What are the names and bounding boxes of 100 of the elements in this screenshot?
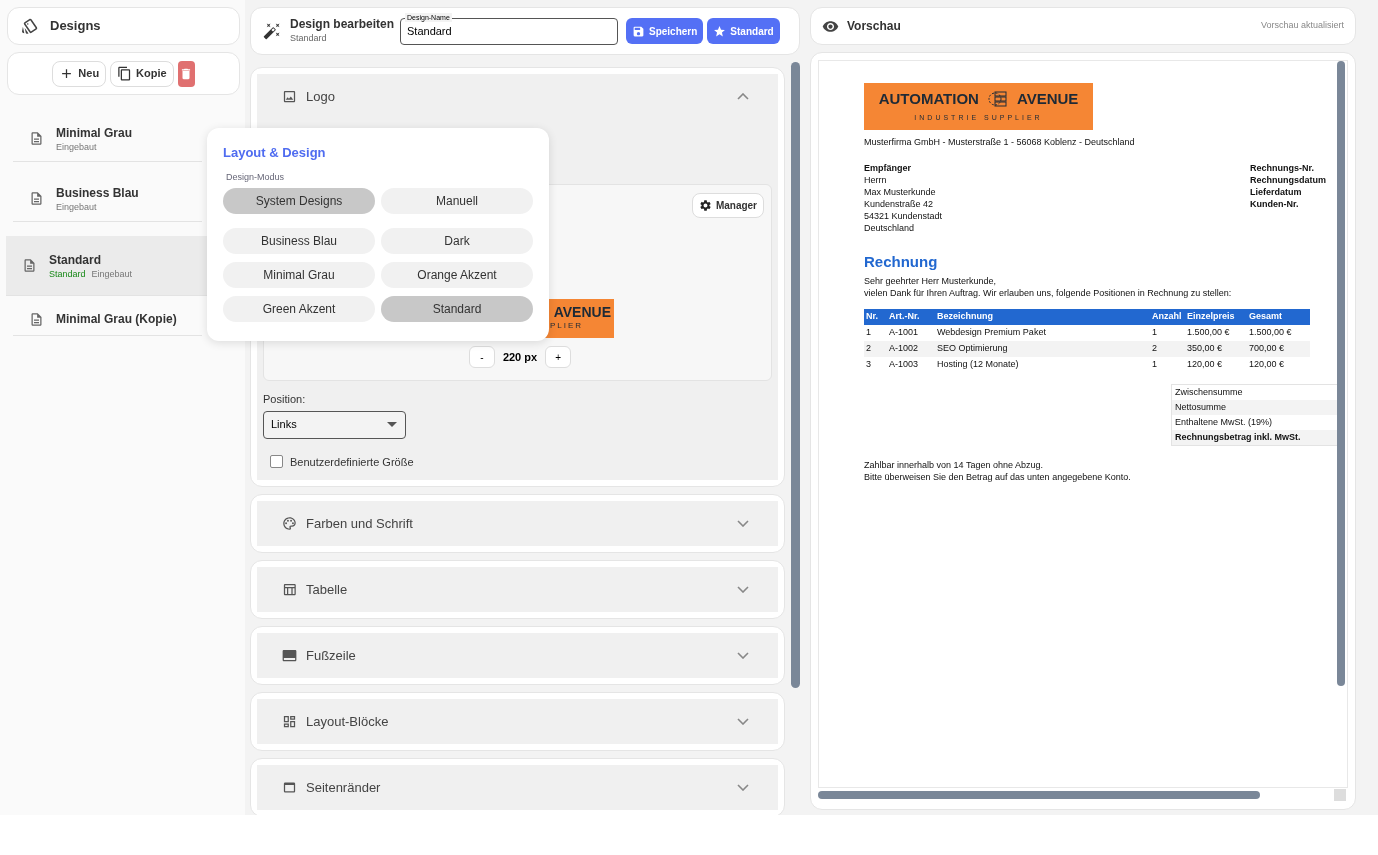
table-cell: A-1001 [887,325,935,341]
recipient-line: Max Musterkunde [864,185,937,198]
preview-title: Vorschau [847,18,902,35]
position-label: Position: [263,392,307,407]
column-header: Einzelpreis [1185,309,1247,325]
design-option[interactable]: Standard [381,296,533,322]
column-header: Nr. [864,309,887,325]
design-option[interactable]: Minimal Grau [223,262,375,288]
section-header[interactable]: Layout-Blöcke [257,699,778,744]
intro-line: Sehr geehrter Herr Musterkunde, [864,275,998,287]
section-header[interactable]: Fußzeile [257,633,778,678]
scrollbar-thumb[interactable] [1337,61,1345,686]
chevron-down-icon [737,784,749,791]
meta-label: Lieferdatum [1250,185,1303,198]
server-gear-icon [986,89,1009,109]
image-icon [282,89,297,104]
palette-icon [282,516,297,531]
design-option[interactable]: Orange Akzent [381,262,533,288]
section-header[interactable]: Tabelle [257,567,778,612]
column-header: Bezeichnung [935,309,1150,325]
footer-line: Zahlbar innerhalb von 14 Tagen ohne Abzug. [864,459,1044,471]
footer-icon [282,648,297,663]
section-header[interactable]: Farben und Schrift [257,501,778,546]
sidebar-title: Designs [50,17,101,36]
table-cell: 2 [1150,341,1185,357]
recipient-line: Kundenstraße 42 [864,197,935,210]
design-option[interactable]: System Designs [223,188,375,214]
table-cell: SEO Optimierung [935,341,1150,357]
save-button[interactable]: Speichern [626,18,704,44]
logo-text: AVENUE [553,303,611,321]
table-cell: 1 [864,325,887,341]
section-header[interactable]: Seitenränder [257,765,778,810]
total-label: Enthaltene MwSt. (19%) [1174,416,1274,429]
magic-wand-icon [263,22,281,40]
decrease-button[interactable]: - [468,346,495,368]
copy-button[interactable]: Kopie [110,60,174,87]
logo-text: AUTOMATION [878,90,979,108]
delete-button[interactable] [177,60,195,87]
logo-text: AVENUE [1016,90,1079,108]
table-cell: Hosting (12 Monate) [935,357,1150,373]
design-list-item[interactable]: Minimal Grau (Kopie) [13,303,202,336]
meta-label: Rechnungs-Nr. [1250,161,1315,174]
table-cell: Webdesign Premium Paket [935,325,1150,341]
position-select[interactable]: Links [263,410,406,439]
invoice-heading: Rechnung [864,251,939,272]
design-option[interactable]: Dark [381,228,533,254]
design-option[interactable]: Business Blau [223,228,375,254]
table-cell: 1.500,00 € [1185,325,1247,341]
table-icon [282,582,297,597]
chevron-down-icon [737,718,749,725]
manager-button[interactable]: Manager [691,193,764,218]
table-cell: 1.500,00 € [1247,325,1310,341]
footer-line: Bitte überweisen Sie den Betrag auf das unten angegebene Konto. [864,471,1132,483]
table-cell: A-1002 [887,341,935,357]
document-icon [29,131,44,146]
meta-label: Rechnungsdatum [1250,173,1326,186]
settings-icon [698,199,712,212]
table-cell: 3 [864,357,887,373]
total-label: Zwischensumme [1174,386,1244,399]
design-list-item[interactable]: Minimal Grau Eingebaut [13,116,202,162]
document-icon [29,191,44,206]
chevron-down-icon [737,520,749,527]
document-icon [29,311,44,327]
design-name: Business Blau [56,184,139,201]
increase-button[interactable]: + [545,346,572,368]
design-list-item[interactable]: Business Blau Eingebaut [13,176,202,222]
table-cell: 2 [864,341,887,357]
total-label: Nettosumme [1172,400,1337,415]
design-list-item[interactable]: Standard Standard Eingebaut [6,236,209,296]
builtin-tag: Eingebaut [56,140,97,153]
meta-label: Kunden-Nr. [1250,197,1300,210]
table-cell: 1 [1150,325,1185,341]
copy-icon [117,66,133,81]
column-header: Gesamt [1247,309,1310,325]
window-icon [282,780,297,795]
set-default-button[interactable]: Standard [707,18,780,44]
horizontal-scrollbar-thumb[interactable] [818,791,1260,799]
recipient-heading: Empfänger [864,161,912,174]
custom-size-checkbox[interactable]: Benutzerdefinierte Größe [270,453,772,470]
chevron-up-icon [737,93,749,100]
builtin-tag: Eingebaut [91,267,133,280]
recipient-line: 54321 Kundenstadt [864,209,943,222]
builtin-tag: Eingebaut [56,200,97,213]
design-name: Standard [49,251,102,268]
popover-title: Layout & Design [223,144,327,162]
design-option[interactable]: Green Akzent [223,296,375,322]
scrollbar-thumb[interactable] [791,62,800,688]
sender-line: Musterfirma GmbH - Musterstraße 1 - 56068 Koblenz - Deutschland [864,136,1136,149]
new-button[interactable]: Neu [52,60,107,87]
design-option[interactable]: Manuell [381,188,533,214]
star-icon [713,24,727,38]
section-header[interactable]: Logo [257,74,778,119]
table-cell: 120,00 € [1185,357,1247,373]
floppy-icon [632,24,645,38]
design-name: Minimal Grau (Kopie) [56,311,177,327]
logo-tagline: PLIER [549,321,584,331]
logo-size: 220 px [502,349,538,365]
total-label: Rechnungsbetrag inkl. MwSt. [1172,430,1337,445]
recipient-line: Herrn [864,173,888,186]
dropdown-arrow-icon [387,422,397,427]
